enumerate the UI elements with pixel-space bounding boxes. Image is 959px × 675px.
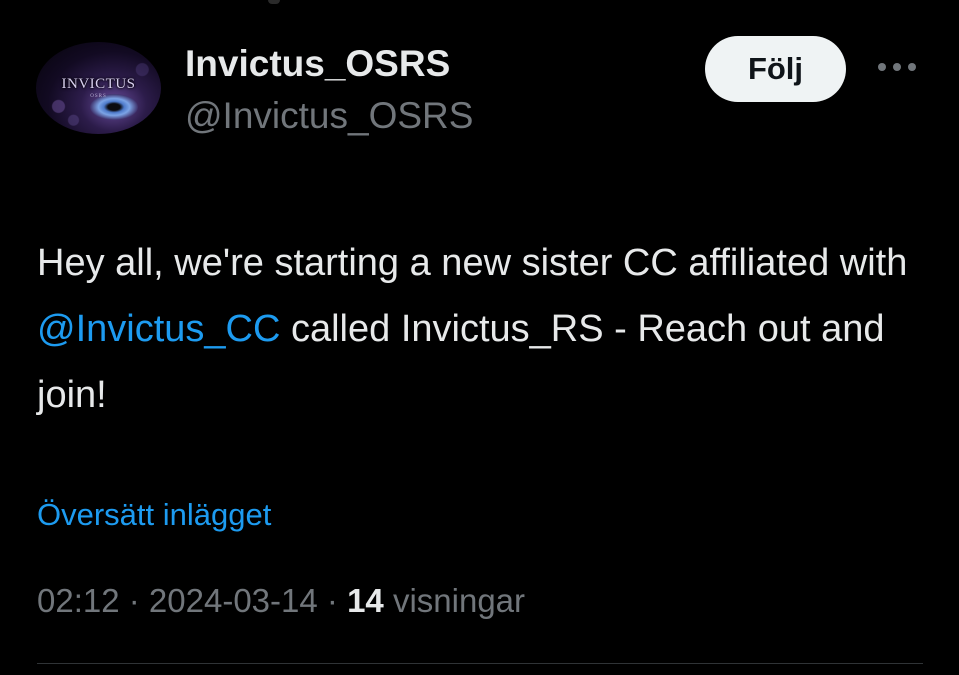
translate-post-link[interactable]: Översätt inlägget [37,497,271,533]
tweet-text-part-1: Hey all, we're starting a new sister CC … [37,242,908,284]
tweet-meta: 02:12 · 2024-03-14 · 14 visningar [37,582,525,620]
author-display-name[interactable]: Invictus_OSRS [185,43,450,85]
more-horizontal-icon[interactable] [874,56,920,78]
avatar[interactable]: INVICTUS OSRS [36,42,161,134]
mention-link[interactable]: @Invictus_CC [37,308,280,350]
author-handle[interactable]: @Invictus_OSRS [185,95,473,137]
avatar-logo-subtext: OSRS [90,94,107,99]
post-date[interactable]: 2024-03-14 [149,582,318,619]
follow-button[interactable]: Följ [705,36,846,102]
divider [37,663,923,664]
avatar-logo-text: INVICTUS [61,76,136,92]
post-time[interactable]: 02:12 [37,582,120,619]
views-label: visningar [383,582,526,619]
tweet-text: Hey all, we're starting a new sister CC … [37,230,937,428]
meta-separator: · [317,582,348,619]
views-count: 14 [347,582,384,619]
meta-separator: · [119,582,149,619]
top-fragment [268,0,280,4]
